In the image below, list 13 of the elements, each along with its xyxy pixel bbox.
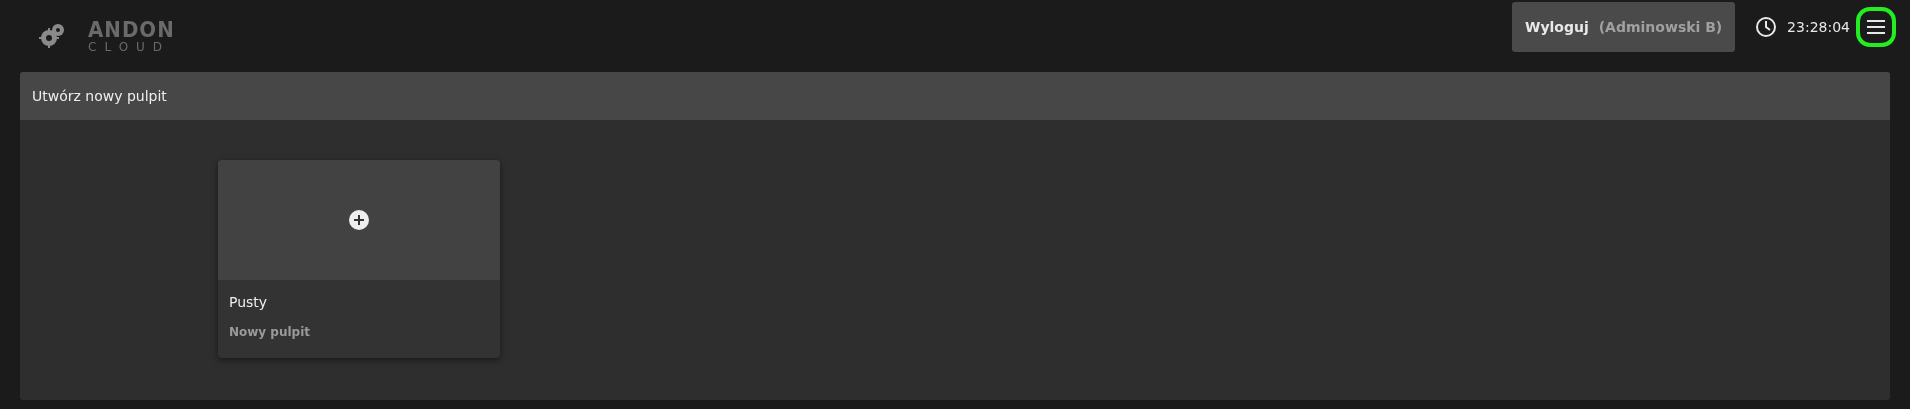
logo-subtitle: CLOUD (88, 41, 172, 53)
menu-icon (1867, 20, 1885, 34)
logo-title: ANDON (88, 19, 175, 41)
template-card[interactable]: Pusty Nowy pulpit (218, 160, 500, 358)
card-subtitle: Nowy pulpit (229, 324, 312, 341)
logout-button[interactable]: Wyloguj (Adminowski B) (1512, 2, 1736, 52)
add-icon[interactable] (349, 210, 369, 230)
clock-time: 23:28:04 (1787, 17, 1850, 37)
card-title: Pusty (229, 293, 269, 312)
panel-title: Utwórz nowy pulpit (32, 86, 167, 106)
gears-icon (38, 22, 66, 50)
menu-button[interactable] (1856, 7, 1896, 47)
clock-icon (1755, 16, 1778, 38)
